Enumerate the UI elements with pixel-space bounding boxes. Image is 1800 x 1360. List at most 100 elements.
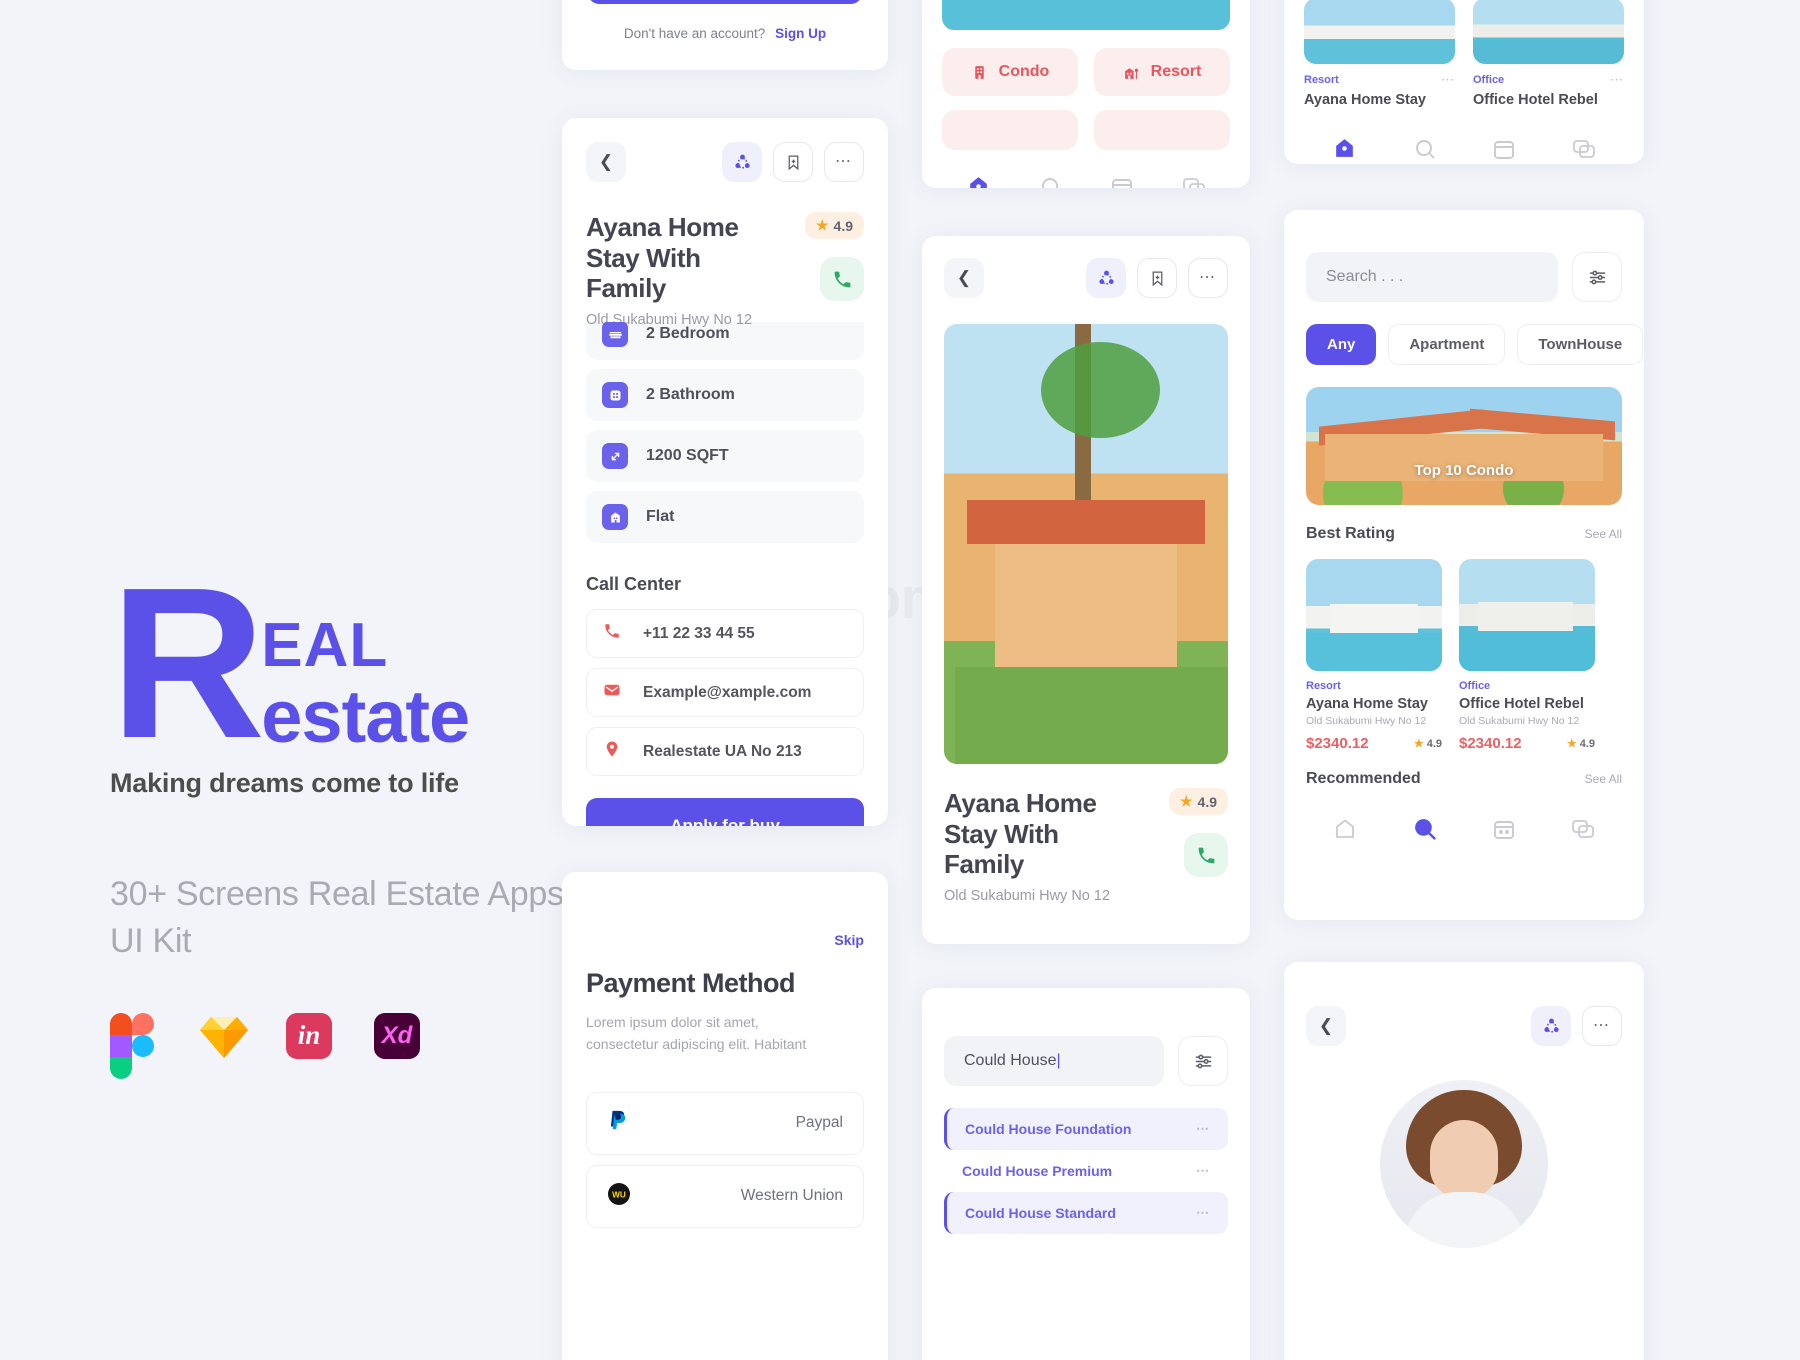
chip-any[interactable]: Any <box>1306 324 1377 365</box>
listing-grid: Resort Ayana Home Stay Old Sukabumi Hwy … <box>1306 559 1622 752</box>
more-horizontal-icon[interactable]: ⋯ <box>1196 1163 1210 1179</box>
contact-row-address[interactable]: Realestate UA No 213 <box>586 727 864 777</box>
resort-icon <box>1124 67 1138 79</box>
nav-chat-icon[interactable] <box>1182 175 1206 188</box>
call-center-heading: Call Center <box>586 574 682 595</box>
category-condo[interactable]: Condo <box>942 48 1078 96</box>
call-button[interactable] <box>820 257 864 301</box>
back-button[interactable]: ❮ <box>586 142 626 182</box>
feature-row: 1200 SQFT <box>586 430 864 483</box>
listing-price: $2340.12 <box>1459 735 1522 752</box>
payment-option-paypal[interactable]: Paypal <box>586 1091 864 1155</box>
contact-row-email[interactable]: Example@xample.com <box>586 668 864 718</box>
more-horizontal-icon[interactable]: ⋯ <box>1188 258 1228 298</box>
payment-description: Lorem ipsum dolor sit amet, consectetur … <box>586 1014 807 1053</box>
nav-home-icon[interactable] <box>966 174 991 188</box>
back-button[interactable]: ❮ <box>944 258 984 298</box>
search-input[interactable]: Could House| <box>944 1036 1164 1086</box>
feature-label: Flat <box>646 508 675 526</box>
more-horizontal-icon[interactable]: ⋯ <box>1441 72 1455 88</box>
listing-rating: 4.9 <box>1426 737 1442 750</box>
nav-calendar-icon[interactable] <box>1492 817 1516 846</box>
category-placeholder[interactable] <box>1094 110 1230 150</box>
listing-category: Resort <box>1304 74 1339 86</box>
payment-method-card: Skip Payment Method Lorem ipsum dolor si… <box>562 872 888 1360</box>
listing-thumbnail <box>1304 0 1455 64</box>
profile-topbar: ❮ ⋯ <box>1306 1006 1622 1046</box>
nav-search-icon[interactable] <box>1039 175 1063 188</box>
photo-detail-header: Ayana Home Stay With Family Old Sukabumi… <box>944 788 1228 904</box>
login-button[interactable] <box>588 0 862 4</box>
signup-link[interactable]: Sign Up <box>775 26 826 41</box>
feature-list: 2 Bedroom 2 Bathroom 1200 SQFT Flat <box>586 322 864 552</box>
see-all-link[interactable]: See All <box>1585 772 1622 786</box>
nav-home-icon[interactable] <box>1333 817 1357 846</box>
search-bar: Could House| <box>944 1036 1228 1086</box>
suggestion-item[interactable]: Could House Foundation ⋯ <box>944 1108 1228 1150</box>
search-input[interactable]: Search . . . <box>1306 252 1558 302</box>
nav-chat-icon[interactable] <box>1572 137 1596 165</box>
category-condo-label: Condo <box>998 63 1050 80</box>
call-button[interactable] <box>1184 833 1228 877</box>
apply-for-buy-button[interactable]: Apply for buy <box>586 798 864 826</box>
western-union-label: Western Union <box>740 1187 843 1205</box>
skip-button[interactable]: Skip <box>834 932 864 948</box>
chip-apartment[interactable]: Apartment <box>1388 324 1506 365</box>
listing-card[interactable]: Resort Ayana Home Stay Old Sukabumi Hwy … <box>1306 559 1442 752</box>
share-icon[interactable] <box>722 142 762 182</box>
nav-home-icon[interactable] <box>1332 136 1357 164</box>
promo-banner[interactable]: Top 10 Condo <box>1306 387 1622 505</box>
rating-badge: ★ 4.9 <box>804 212 864 239</box>
more-horizontal-icon[interactable]: ⋯ <box>1196 1121 1210 1137</box>
phone-icon <box>603 622 621 645</box>
filter-button[interactable] <box>1178 1036 1228 1086</box>
share-icon[interactable] <box>1086 258 1126 298</box>
bath-icon <box>602 382 628 409</box>
more-horizontal-icon[interactable]: ⋯ <box>1582 1006 1622 1046</box>
star-icon: ★ <box>815 217 829 233</box>
section-title: Recommended <box>1306 770 1421 787</box>
listing-address: Old Sukabumi Hwy No 12 <box>1306 715 1427 727</box>
filter-button[interactable] <box>1572 252 1622 302</box>
suggestion-label: Could House Premium <box>962 1163 1113 1179</box>
building-icon <box>602 504 628 531</box>
hero-photo <box>942 0 1230 30</box>
suggestion-label: Could House Foundation <box>965 1121 1132 1137</box>
banner-label: Top 10 Condo <box>1414 462 1514 479</box>
share-icon[interactable] <box>1531 1006 1571 1046</box>
star-icon: ★ <box>1566 738 1577 750</box>
back-button[interactable]: ❮ <box>1306 1006 1346 1046</box>
contact-row-phone[interactable]: +11 22 33 44 55 <box>586 609 864 659</box>
nav-search-icon[interactable] <box>1413 137 1437 165</box>
home-categories-card: Condo Resort <box>922 0 1250 188</box>
listing-card[interactable]: Office Office Hotel Rebel Old Sukabumi H… <box>1459 559 1595 752</box>
section-title: Best Rating <box>1306 525 1395 542</box>
more-horizontal-icon[interactable]: ⋯ <box>824 142 864 182</box>
nav-search-icon[interactable] <box>1412 816 1437 846</box>
area-icon <box>602 443 628 470</box>
bed-icon <box>602 322 628 348</box>
logo: R EAL estate <box>110 555 580 770</box>
suggestion-item[interactable]: Could House Premium ⋯ <box>944 1150 1228 1192</box>
paypal-icon <box>607 1109 629 1138</box>
bookmark-add-icon[interactable] <box>773 142 813 182</box>
brand-tagline: Making dreams come to life <box>110 767 459 798</box>
suggestion-item[interactable]: Could House Standard ⋯ <box>944 1192 1228 1234</box>
branding-block: R EAL estate Making dreams come to life … <box>110 555 580 1079</box>
section-header-recommended: Recommended See All <box>1306 770 1622 788</box>
chip-townhouse[interactable]: TownHouse <box>1517 324 1644 365</box>
explore-search-bar: Search . . . <box>1306 252 1622 302</box>
payment-option-western-union[interactable]: WU Western Union <box>586 1164 864 1228</box>
see-all-link[interactable]: See All <box>1585 527 1622 541</box>
nav-chat-icon[interactable] <box>1571 817 1595 846</box>
rating-badge: ★ 4.9 <box>1168 788 1228 815</box>
nav-calendar-icon[interactable] <box>1110 175 1134 188</box>
bookmark-add-icon[interactable] <box>1137 258 1177 298</box>
more-horizontal-icon[interactable]: ⋯ <box>1610 72 1624 88</box>
more-horizontal-icon[interactable]: ⋯ <box>1196 1205 1210 1221</box>
nav-calendar-icon[interactable] <box>1492 137 1516 165</box>
category-placeholder[interactable] <box>942 110 1078 150</box>
category-resort[interactable]: Resort <box>1094 48 1230 96</box>
property-title: Ayana Home Stay With Family <box>944 788 1097 880</box>
listing-category: Office <box>1459 680 1491 692</box>
